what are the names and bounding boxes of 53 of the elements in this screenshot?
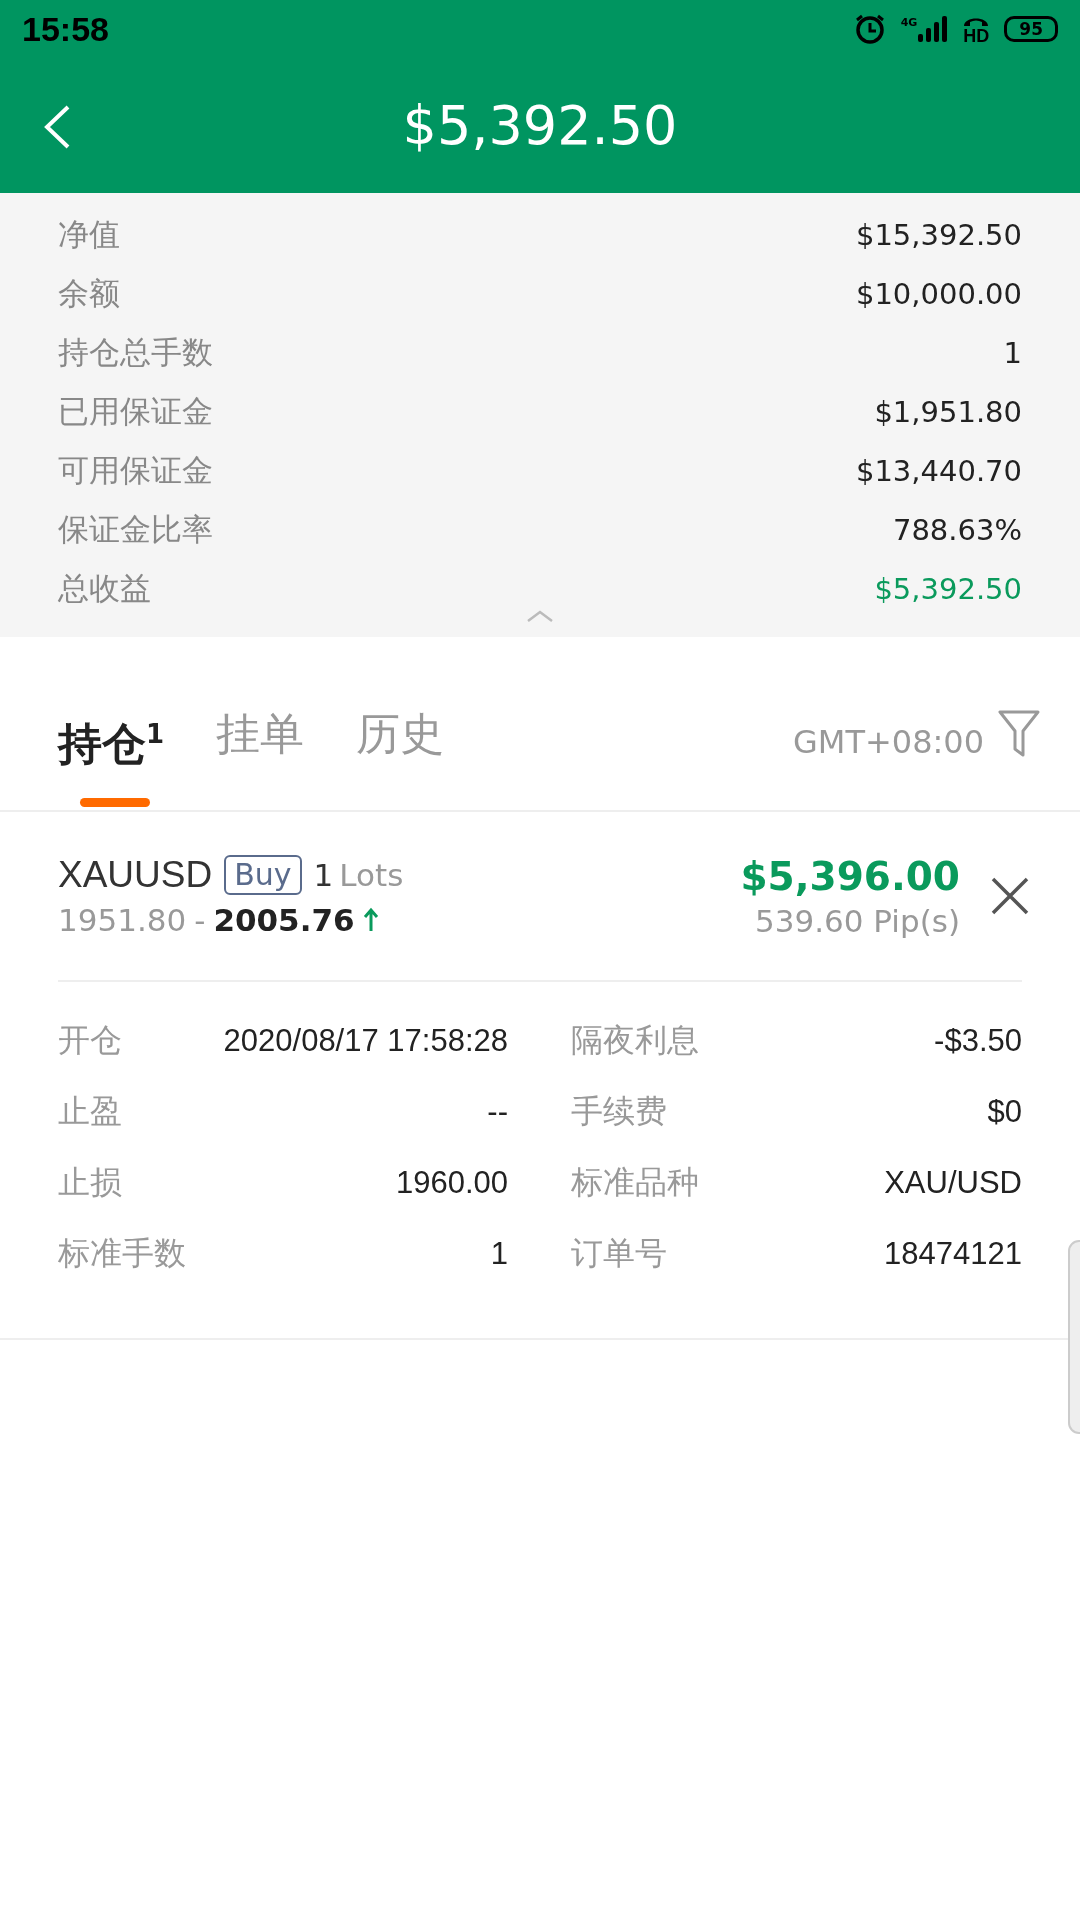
summary-label: 保证金比率 — [58, 509, 213, 549]
summary-value: $10,000.00 — [855, 276, 1022, 311]
summary-value: 788.63% — [892, 512, 1022, 547]
current-price: 2005.76 — [213, 902, 355, 938]
detail-value: 1 — [489, 1235, 508, 1272]
summary-label: 已用保证金 — [58, 391, 213, 431]
lots-count: 1 — [313, 857, 334, 893]
summary-value: $1,951.80 — [874, 394, 1022, 429]
detail-label: 订单号 — [571, 1232, 668, 1274]
hd-label: HD — [963, 28, 990, 44]
tab[interactable]: 挂单 — [216, 707, 305, 797]
summary-label: 总收益 — [58, 568, 151, 608]
detail-value: -$3.50 — [933, 1022, 1022, 1059]
summary-value: $5,392.50 — [874, 571, 1022, 606]
close-button[interactable] — [990, 876, 1030, 916]
profit-value: $5,396.00 — [740, 853, 960, 899]
detail-label: 止损 — [58, 1161, 123, 1203]
side-tag: Buy — [224, 855, 302, 895]
battery-icon: 95 — [1004, 16, 1058, 42]
summary-label: 净值 — [58, 214, 120, 254]
detail-value: XAU/USD — [883, 1164, 1022, 1201]
tab[interactable]: 历史 — [356, 707, 445, 797]
header-title: $5,392.50 — [402, 94, 678, 157]
detail-label: 标准品种 — [571, 1161, 700, 1203]
detail-label: 手续费 — [571, 1090, 668, 1132]
detail-value: $0 — [986, 1093, 1022, 1130]
open-price: 1951.80 — [58, 902, 187, 938]
detail-label: 标准手数 — [58, 1232, 187, 1274]
status-time: 15:58 — [22, 9, 109, 49]
separator: - — [194, 902, 206, 938]
summary-value: 1 — [1003, 335, 1022, 370]
pips-value: 539.60 Pip(s) — [755, 902, 960, 939]
summary-label: 持仓总手数 — [58, 332, 213, 372]
back-button[interactable] — [42, 104, 72, 150]
collapse-icon[interactable] — [526, 609, 554, 623]
filter-icon[interactable] — [998, 709, 1040, 759]
detail-label: 止盈 — [58, 1090, 123, 1132]
detail-value: 2020/08/17 17:58:28 — [222, 1022, 508, 1059]
detail-value: -- — [486, 1093, 508, 1130]
summary-value: $13,440.70 — [855, 453, 1022, 488]
timezone-label: GMT+08:00 — [793, 723, 984, 761]
detail-label: 隔夜利息 — [571, 1019, 700, 1061]
symbol: XAUUSD — [58, 854, 213, 896]
detail-value: 18474121 — [883, 1235, 1022, 1272]
tab[interactable]: 持仓$^{1}$ — [58, 707, 165, 807]
signal-icon — [918, 16, 949, 42]
detail-label: 开仓 — [58, 1019, 123, 1061]
summary-label: 可用保证金 — [58, 450, 213, 490]
summary-label: 余额 — [58, 273, 120, 313]
summary-value: $15,392.50 — [855, 217, 1022, 252]
lots-unit: Lots — [339, 857, 404, 893]
detail-value: 1960.00 — [394, 1164, 508, 1201]
network-type: 4G — [900, 16, 918, 29]
